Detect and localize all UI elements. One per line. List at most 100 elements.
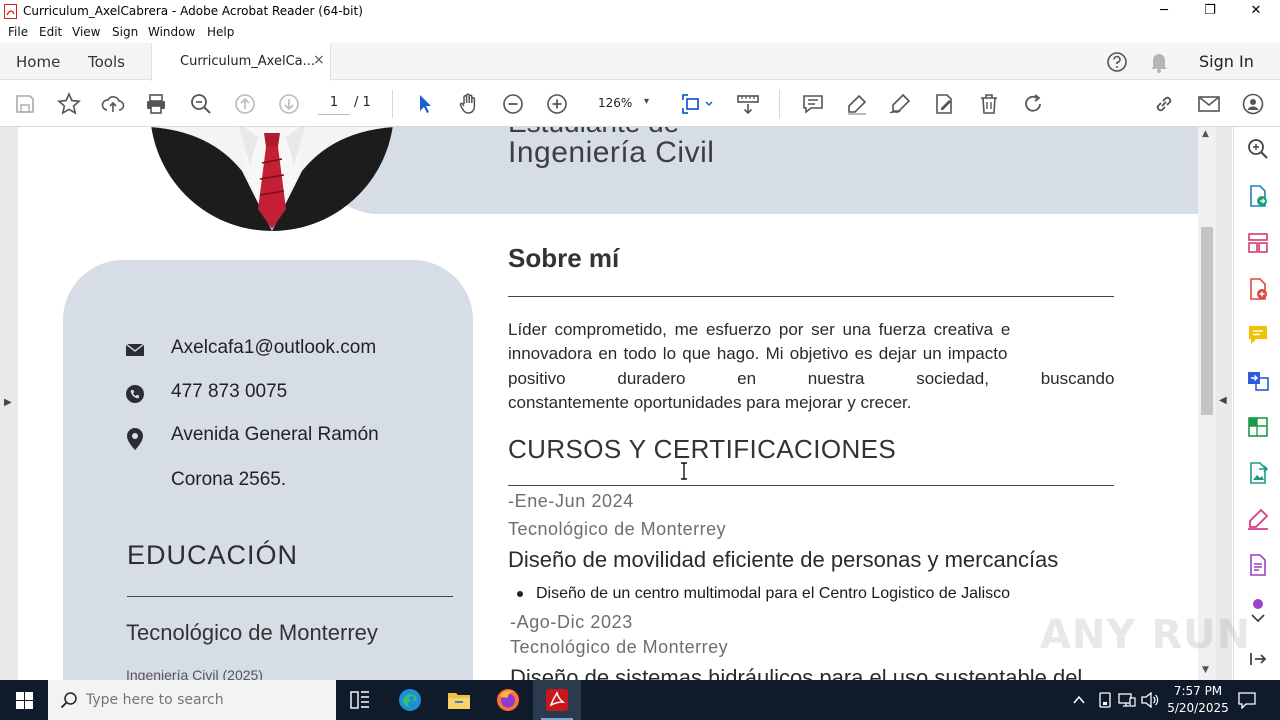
sign-in-button[interactable]: Sign In xyxy=(1199,52,1254,71)
export-pdf-icon[interactable] xyxy=(1246,184,1270,208)
menu-view[interactable]: View xyxy=(72,25,100,39)
protect-document-icon[interactable] xyxy=(1246,553,1270,577)
email-envelope-icon[interactable] xyxy=(1197,92,1221,116)
share-link-icon[interactable] xyxy=(1152,92,1176,116)
about-divider xyxy=(508,296,1114,297)
tab-tools[interactable]: Tools xyxy=(88,53,125,71)
header-band xyxy=(318,127,1198,214)
fill-sign-icon[interactable] xyxy=(1246,507,1270,531)
vertical-scrollbar[interactable]: ▲ ▼ xyxy=(1198,127,1216,680)
menu-sign[interactable]: Sign xyxy=(112,25,138,39)
course-institution: Tecnológico de Monterrey xyxy=(510,637,729,657)
taskbar-acrobat-reader[interactable] xyxy=(533,680,581,720)
previous-page-icon[interactable] xyxy=(233,92,257,116)
rotate-icon[interactable] xyxy=(1021,92,1045,116)
share-user-icon[interactable] xyxy=(1241,92,1265,116)
taskbar-search-box[interactable] xyxy=(48,680,336,720)
education-divider xyxy=(127,596,453,597)
print-icon[interactable] xyxy=(144,92,168,116)
course-period: -Ene-Jun 2024 xyxy=(508,491,634,511)
start-button[interactable] xyxy=(0,680,48,720)
zoom-in-icon[interactable] xyxy=(545,92,569,116)
file-explorer-folder-icon xyxy=(448,693,470,709)
course-title: Diseño de movilidad eficiente de persona… xyxy=(508,547,1059,572)
help-icon[interactable] xyxy=(1106,51,1128,73)
select-cursor-icon[interactable] xyxy=(413,92,437,116)
maximize-button[interactable]: ❐ xyxy=(1187,0,1233,23)
edit-document-icon[interactable] xyxy=(932,92,956,116)
draw-pen-icon[interactable] xyxy=(888,92,912,116)
save-icon[interactable] xyxy=(13,92,37,116)
clock-time: 7:57 PM xyxy=(1173,684,1223,698)
menu-help[interactable]: Help xyxy=(207,25,234,39)
document-viewport[interactable]: ▶ Estudiante xyxy=(0,127,1232,680)
scroll-mode-icon[interactable] xyxy=(736,92,760,116)
volume-icon[interactable] xyxy=(1141,692,1159,708)
tab-document[interactable]: Curriculum_AxelCa... × xyxy=(151,43,331,81)
page-fit-icon[interactable] xyxy=(680,92,714,116)
combine-files-icon[interactable] xyxy=(1246,369,1270,393)
menu-edit[interactable]: Edit xyxy=(39,25,62,39)
device-icon[interactable] xyxy=(1097,692,1113,708)
course-institution: Tecnológico de Monterrey xyxy=(508,519,727,539)
taskbar-clock[interactable]: 7:57 PM 5/20/2025 xyxy=(1163,683,1233,717)
notifications-bell-icon[interactable] xyxy=(1149,51,1169,73)
about-line: innovadora en todo lo que hago. Mi objet… xyxy=(508,344,1008,363)
create-pdf-icon[interactable] xyxy=(1246,277,1270,301)
tab-close-button[interactable]: × xyxy=(313,52,325,68)
pdf-page: Estudiante de Ingeniería Civil Axelcafa1… xyxy=(18,127,1198,680)
export-image-icon[interactable] xyxy=(1246,461,1270,485)
network-icon[interactable] xyxy=(1118,692,1136,708)
taskbar-search-input[interactable] xyxy=(86,690,326,710)
bullet-dot xyxy=(517,591,523,597)
scrollbar-thumb[interactable] xyxy=(1201,227,1213,415)
tab-document-label: Curriculum_AxelCa... xyxy=(180,54,316,69)
scroll-down-arrow-icon[interactable]: ▼ xyxy=(1202,665,1209,675)
minimize-button[interactable]: ─ xyxy=(1141,0,1187,23)
edit-pdf-icon[interactable] xyxy=(1246,415,1270,439)
toolbar: / 1 126% ▾ xyxy=(0,81,1280,127)
taskbar-firefox[interactable] xyxy=(484,680,532,720)
upload-cloud-icon[interactable] xyxy=(101,92,125,116)
close-window-button[interactable]: ✕ xyxy=(1233,0,1279,23)
taskbar-edge[interactable] xyxy=(386,680,434,720)
left-pane-toggle-icon[interactable]: ▶ xyxy=(4,397,12,408)
delete-trash-icon[interactable] xyxy=(977,92,1001,116)
education-heading: EDUCACIÓN xyxy=(127,540,299,570)
comment-icon[interactable] xyxy=(801,92,825,116)
window-title: Curriculum_AxelCabrera - Adobe Acrobat R… xyxy=(23,4,363,18)
contact-email: Axelcafa1@outlook.com xyxy=(171,337,377,358)
tab-home[interactable]: Home xyxy=(16,53,60,71)
chevron-down-icon: ▾ xyxy=(644,96,650,107)
zoom-out-icon[interactable] xyxy=(501,92,525,116)
courses-divider xyxy=(508,485,1114,486)
organize-pages-icon[interactable] xyxy=(1246,231,1270,255)
zoom-search-icon[interactable] xyxy=(189,92,213,116)
right-pane-toggle-icon[interactable]: ◀ xyxy=(1219,395,1227,406)
scroll-up-arrow-icon[interactable]: ▲ xyxy=(1202,129,1209,139)
menu-file[interactable]: File xyxy=(8,25,28,39)
search-tool-icon[interactable] xyxy=(1246,137,1270,161)
task-view-icon xyxy=(350,691,369,709)
chevron-up-icon[interactable] xyxy=(1073,695,1085,705)
toolbar-divider xyxy=(392,90,393,118)
header-title: Ingeniería Civil xyxy=(508,136,715,169)
taskbar-file-explorer[interactable] xyxy=(435,680,483,720)
next-page-icon[interactable] xyxy=(277,92,301,116)
edge-browser-icon xyxy=(399,689,421,711)
highlight-pen-icon[interactable] xyxy=(845,92,869,116)
page-number-input[interactable] xyxy=(318,91,350,115)
bookmark-star-icon[interactable] xyxy=(57,92,81,116)
hand-tool-icon[interactable] xyxy=(457,92,481,116)
contact-address-line2: Corona 2565. xyxy=(171,469,287,490)
zoom-level-dropdown[interactable]: 126% ▾ xyxy=(590,91,660,117)
task-view-button[interactable] xyxy=(336,680,384,720)
education-degree: Ingeniería Civil (2025) xyxy=(126,667,263,680)
windows-logo-icon xyxy=(16,692,33,709)
location-pin-icon xyxy=(127,428,143,450)
action-center-notification-icon[interactable] xyxy=(1238,691,1256,709)
more-tools-icon[interactable] xyxy=(1246,595,1270,609)
about-heading: Sobre mí xyxy=(508,243,620,273)
menu-window[interactable]: Window xyxy=(148,25,195,39)
comment-tool-icon[interactable] xyxy=(1246,323,1270,347)
